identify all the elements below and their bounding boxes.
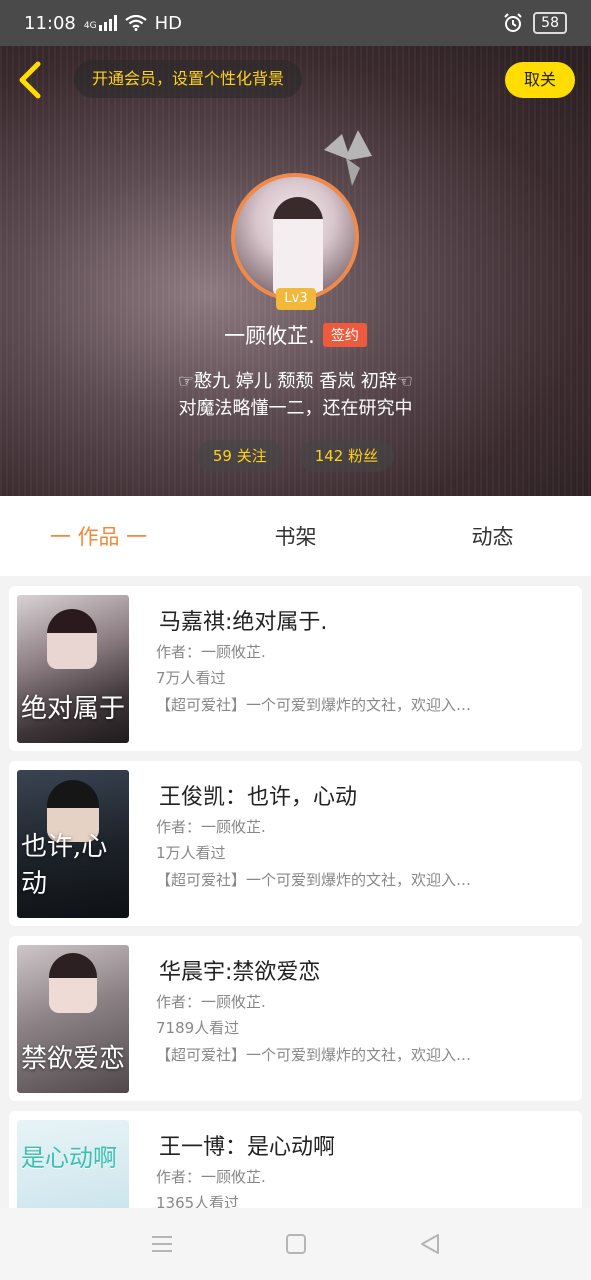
profile-stats: 59 关注 142 粉丝 xyxy=(0,440,591,472)
back-nav-icon[interactable] xyxy=(419,1233,441,1255)
book-author: 作者：一顾攸芷. xyxy=(156,643,266,661)
book-cover-title: 绝对属于 xyxy=(21,694,126,724)
status-bar: 11:08 4G HD 58 xyxy=(0,0,591,46)
tab-bookshelf[interactable]: 书架 xyxy=(197,521,394,551)
profile-bio: ☞憨九 婷儿 颓颓 香岚 初辞☜ 对魔法略懂一二，还在研究中 xyxy=(0,368,591,422)
book-views: 7189人看过 xyxy=(156,1019,240,1037)
profile-tabs: 一 作品 一 书架 动态 xyxy=(0,496,591,576)
book-cover: 禁欲爱恋 xyxy=(17,945,129,1093)
book-views: 1万人看过 xyxy=(156,844,226,862)
unfollow-button[interactable]: 取关 xyxy=(505,62,575,98)
book-cover: 绝对属于 xyxy=(17,595,129,743)
book-cover: 也许,心动 xyxy=(17,770,129,918)
book-title: 王俊凯：也许，心动 xyxy=(159,785,358,810)
tab-works[interactable]: 一 作品 一 xyxy=(0,521,197,551)
back-icon[interactable] xyxy=(14,60,48,100)
menu-icon[interactable] xyxy=(151,1234,173,1254)
list-item[interactable]: 禁欲爱恋 华晨宇:禁欲爱恋 作者：一顾攸芷. 7189人看过 【超可爱社】一个可… xyxy=(9,936,582,1101)
battery-indicator: 58 xyxy=(533,12,567,34)
tab-activity[interactable]: 动态 xyxy=(394,521,591,551)
username: 一顾攸芷. xyxy=(224,324,315,348)
book-cover-title: 禁欲爱恋 xyxy=(21,1044,126,1074)
book-description: 【超可爱社】一个可爱到爆炸的文社，欢迎入… xyxy=(156,696,472,714)
book-description: 【超可爱社】一个可爱到爆炸的文社，欢迎入… xyxy=(156,1046,472,1064)
book-description: 【超可爱社】一个可爱到爆炸的文社，欢迎入… xyxy=(156,871,472,889)
network-type: 4G xyxy=(83,21,97,31)
bow-decoration-icon xyxy=(324,130,372,186)
signal-icon: 4G xyxy=(84,15,117,31)
book-title: 华晨宇:禁欲爱恋 xyxy=(159,960,321,985)
wifi-icon xyxy=(124,15,147,31)
book-author: 作者：一顾攸芷. xyxy=(156,993,266,1011)
status-time: 11:08 xyxy=(24,12,76,34)
bio-line-2: 对魔法略懂一二，还在研究中 xyxy=(178,398,413,419)
home-icon[interactable] xyxy=(285,1233,307,1255)
fans-count[interactable]: 142 粉丝 xyxy=(298,440,395,472)
book-cover-title: 是心动啊 xyxy=(21,1144,117,1172)
book-title: 王一博：是心动啊 xyxy=(159,1135,336,1160)
book-author: 作者：一顾攸芷. xyxy=(156,1168,266,1186)
system-navigation-bar xyxy=(0,1208,591,1280)
name-row: 一顾攸芷. 签约 xyxy=(0,320,591,350)
book-cover-title: 也许,心动 xyxy=(21,832,108,899)
book-views: 7万人看过 xyxy=(156,669,226,687)
alarm-icon xyxy=(504,13,522,32)
book-author: 作者：一顾攸芷. xyxy=(156,818,266,836)
following-count[interactable]: 59 关注 xyxy=(196,440,283,472)
bio-line-1: ☞憨九 婷儿 颓颓 香岚 初辞☜ xyxy=(177,371,414,392)
profile-header: 开通会员，设置个性化背景 取关 Lv3 一顾攸芷. 签约 ☞憨九 婷儿 颓颓 香… xyxy=(0,46,591,496)
signed-author-badge: 签约 xyxy=(322,323,367,347)
vip-background-prompt[interactable]: 开通会员，设置个性化背景 xyxy=(74,60,303,98)
list-item[interactable]: 也许,心动 王俊凯：也许，心动 作者：一顾攸芷. 1万人看过 【超可爱社】一个可… xyxy=(9,761,582,926)
avatar[interactable] xyxy=(231,173,359,301)
hd-indicator: HD xyxy=(154,12,182,34)
book-title: 马嘉祺:绝对属于. xyxy=(159,610,328,635)
avatar-figure xyxy=(273,197,323,297)
level-badge: Lv3 xyxy=(276,288,316,310)
list-item[interactable]: 绝对属于 马嘉祺:绝对属于. 作者：一顾攸芷. 7万人看过 【超可爱社】一个可爱… xyxy=(9,586,582,751)
